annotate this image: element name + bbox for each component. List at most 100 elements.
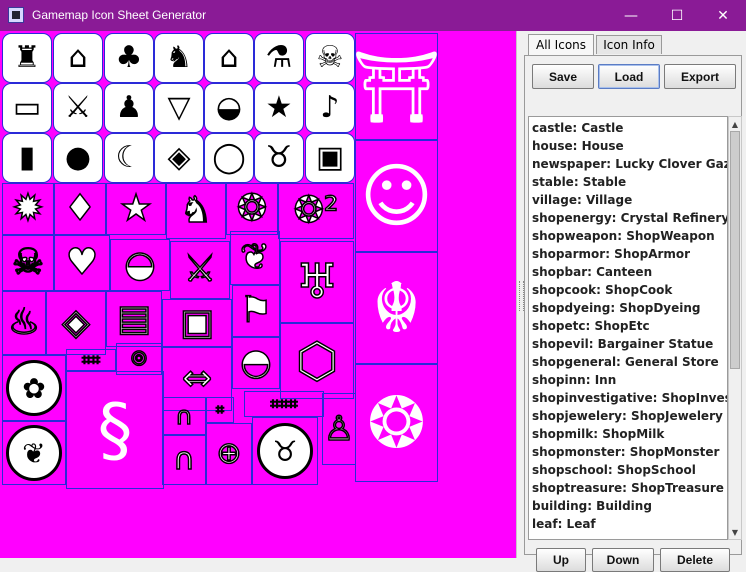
- vial-icon[interactable]: ⚗: [254, 33, 304, 83]
- list-item[interactable]: shopetc: ShopEtc: [529, 317, 727, 335]
- list-item[interactable]: shoparmor: ShopArmor: [529, 245, 727, 263]
- drop-x2-icon[interactable]: ❂²: [278, 183, 354, 239]
- leaf-icon[interactable]: ❦: [230, 231, 280, 285]
- eye-idol-icon[interactable]: ❂: [355, 364, 438, 482]
- save-button[interactable]: Save: [532, 64, 594, 89]
- icon-list-items: castle: Castle house: House newspaper: Luc…: [529, 117, 727, 533]
- up-button[interactable]: Up: [536, 548, 586, 572]
- bull-icon[interactable]: ♉: [254, 133, 304, 183]
- sword-outline-icon[interactable]: ⚔: [170, 241, 230, 299]
- tab-content: Save Load Export castle: Castle house: Ho…: [524, 55, 742, 572]
- scroll-thumb[interactable]: [730, 131, 740, 369]
- list-item[interactable]: leaf: Leaf: [529, 515, 727, 533]
- mushroom-icon[interactable]: ⌂: [53, 33, 103, 83]
- gem-shrine-icon[interactable]: ⬡: [280, 323, 354, 399]
- list-item[interactable]: shopinvestigative: ShopInvestiga...: [529, 389, 727, 407]
- list-item[interactable]: shopdyeing: ShopDyeing: [529, 299, 727, 317]
- star-icon[interactable]: ★: [254, 83, 304, 133]
- list-item[interactable]: shopevil: Bargainer Statue: [529, 335, 727, 353]
- export-button[interactable]: Export: [664, 64, 736, 89]
- tunic-icon[interactable]: ♟: [104, 83, 154, 133]
- tab-icon-info[interactable]: Icon Info: [596, 35, 662, 54]
- icon-sheet-canvas[interactable]: ♜ ⌂ ♣ ♞ ⌂ ⚗ ☠ ▭ ⚔ ♟ ▽ ◒ ★ ♪ ▮ ● ☾ ◈ ◯ ♉ …: [0, 31, 516, 558]
- sword-icon[interactable]: ⚔: [53, 83, 103, 133]
- arch-small-icon[interactable]: ∩: [162, 397, 206, 435]
- minimize-button[interactable]: —: [608, 0, 654, 31]
- load-button[interactable]: Load: [598, 64, 660, 89]
- delete-button[interactable]: Delete: [660, 548, 730, 572]
- burst-icon[interactable]: ✹: [2, 183, 54, 235]
- ring-icon[interactable]: ◯: [204, 133, 254, 183]
- star-outline-icon[interactable]: ★: [106, 183, 166, 235]
- person-silhouette-icon[interactable]: ♙: [322, 393, 356, 465]
- title-bar: Gamemap Icon Sheet Generator — ☐ ✕: [0, 0, 746, 31]
- scroll-icon[interactable]: ▤: [106, 291, 162, 347]
- diamond-icon[interactable]: ◈: [46, 291, 106, 355]
- drop-icon[interactable]: ❂: [226, 183, 278, 235]
- clover-icon[interactable]: ♣: [104, 33, 154, 83]
- list-item[interactable]: shopmonster: ShopMonster: [529, 443, 727, 461]
- list-item[interactable]: castle: Castle: [529, 119, 727, 137]
- skull-icon[interactable]: ☠: [305, 33, 355, 83]
- battery-icon[interactable]: ▭: [2, 83, 52, 133]
- sprout-icon[interactable]: ❦: [2, 421, 66, 485]
- house-icon[interactable]: ⌂: [204, 33, 254, 83]
- list-item[interactable]: shopschool: ShopSchool: [529, 461, 727, 479]
- list-item[interactable]: newspaper: Lucky Clover Gazette: [529, 155, 727, 173]
- list-item[interactable]: shopweapon: ShopWeapon: [529, 227, 727, 245]
- list-item[interactable]: shopbar: Canteen: [529, 263, 727, 281]
- skull-outline-icon[interactable]: ☠: [2, 235, 54, 291]
- down-button[interactable]: Down: [592, 548, 654, 572]
- beacon-icon[interactable]: ⊕: [206, 423, 252, 485]
- list-item[interactable]: building: Building: [529, 497, 727, 515]
- list-item[interactable]: village: Village: [529, 191, 727, 209]
- chest-outline-icon[interactable]: ▣: [162, 299, 232, 347]
- list-item[interactable]: shopgeneral: General Store: [529, 353, 727, 371]
- horse-outline-icon[interactable]: ♞: [166, 183, 226, 239]
- serpent-glyph-icon[interactable]: §: [66, 371, 164, 489]
- scroll-up-arrow-icon[interactable]: ▲: [729, 117, 741, 131]
- list-item[interactable]: stable: Stable: [529, 173, 727, 191]
- bearded-face-icon[interactable]: ☺: [355, 140, 438, 252]
- close-button[interactable]: ✕: [700, 0, 746, 31]
- list-item[interactable]: shopenergy: Crystal Refinery: [529, 209, 727, 227]
- sunflower-icon[interactable]: ✿: [2, 355, 66, 421]
- compass-icon[interactable]: ◈: [154, 133, 204, 183]
- meander-icon[interactable]: ⌗⌗: [66, 349, 116, 371]
- tab-all-icons[interactable]: All Icons: [528, 34, 594, 55]
- maximize-button[interactable]: ☐: [654, 0, 700, 31]
- flag-icon[interactable]: ⚑: [232, 285, 280, 337]
- list-item[interactable]: house: House: [529, 137, 727, 155]
- horse-head-icon[interactable]: ♞: [154, 33, 204, 83]
- spider-shrine-icon[interactable]: ♅: [280, 241, 354, 323]
- list-item[interactable]: shopinn: Inn: [529, 371, 727, 389]
- split-pane-divider[interactable]: [516, 31, 524, 558]
- monster-head-icon[interactable]: ♉: [252, 417, 318, 485]
- meander-small-icon[interactable]: ⌗: [206, 397, 234, 423]
- chest-icon[interactable]: ▣: [305, 133, 355, 183]
- list-item[interactable]: shopjewelery: ShopJewelery: [529, 407, 727, 425]
- eye-totem-icon[interactable]: ☬: [355, 252, 438, 364]
- icon-list[interactable]: castle: Castle house: House newspaper: Luc…: [528, 116, 728, 540]
- cocktail-icon[interactable]: ▽: [154, 83, 204, 133]
- scroll-down-arrow-icon[interactable]: ▼: [729, 525, 741, 539]
- vase-icon[interactable]: ●: [53, 133, 103, 183]
- wizard-statue-icon[interactable]: ⛩: [352, 33, 441, 140]
- moon-icon[interactable]: ☾: [104, 133, 154, 183]
- list-item[interactable]: shopcook: ShopCook: [529, 281, 727, 299]
- list-item[interactable]: shoptreasure: ShopTreasure: [529, 479, 727, 497]
- dome-icon[interactable]: ◓: [232, 337, 280, 389]
- crystal-icon[interactable]: ♦: [54, 183, 106, 235]
- meander-band-icon[interactable]: ⌗⌗⌗: [244, 391, 324, 417]
- heart-icon[interactable]: ♥: [54, 235, 110, 291]
- cookpot-outline-icon[interactable]: ◒: [110, 239, 170, 291]
- window-title: Gamemap Icon Sheet Generator: [32, 8, 207, 22]
- pot-icon[interactable]: ◒: [204, 83, 254, 133]
- castle-icon[interactable]: ♜: [2, 33, 52, 83]
- flame-icon[interactable]: ♨: [2, 291, 46, 355]
- list-item[interactable]: shopmilk: ShopMilk: [529, 425, 727, 443]
- archway-icon[interactable]: ∩: [162, 435, 206, 485]
- bottle-icon[interactable]: ▮: [2, 133, 52, 183]
- bell-icon[interactable]: ♪: [305, 83, 355, 133]
- list-scrollbar[interactable]: ▲ ▼: [728, 116, 742, 540]
